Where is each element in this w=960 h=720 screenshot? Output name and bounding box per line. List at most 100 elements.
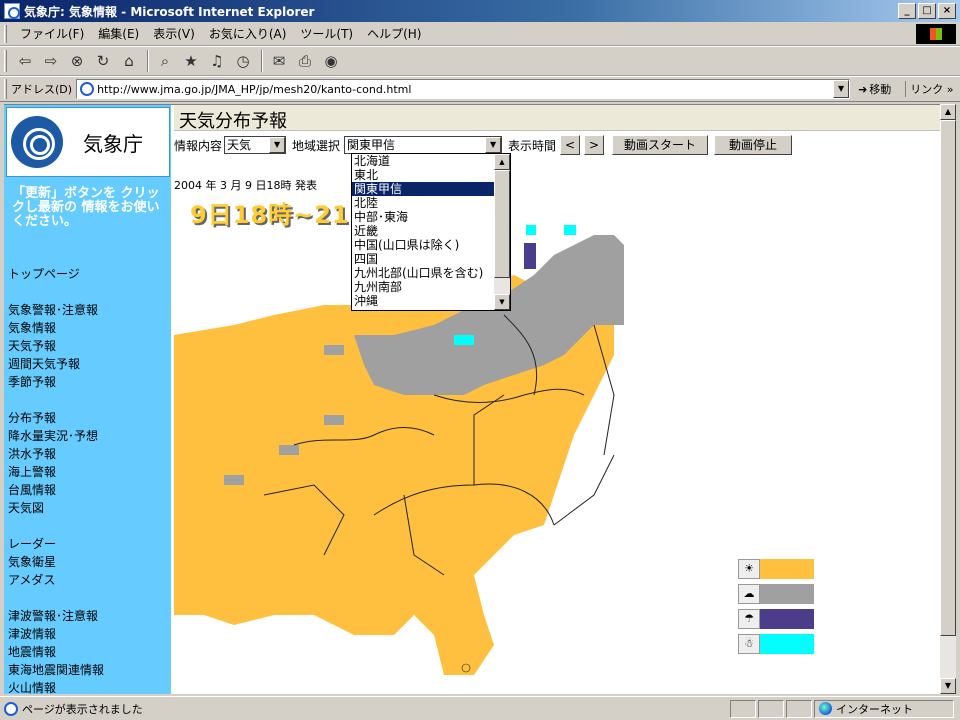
nav-weather-map[interactable]: 天気図 — [8, 499, 44, 516]
snow-icon: ☃ — [738, 634, 760, 654]
toolbar-grip[interactable] — [4, 50, 7, 72]
legend-color-swatch — [760, 559, 814, 579]
prev-time-button[interactable]: < — [560, 135, 581, 155]
legend-item: ☃ — [738, 634, 814, 654]
address-dropdown-icon[interactable]: ▼ — [833, 80, 850, 98]
region-option[interactable]: 九州北部(山口県を含む) — [352, 266, 510, 280]
info-select[interactable]: 天気 ▼ — [224, 136, 287, 154]
menu-view[interactable]: 表示(V) — [146, 25, 202, 42]
region-dropdown-icon[interactable]: ▼ — [485, 137, 502, 153]
nav-tsunami-warnings[interactable]: 津波警報･注意報 — [8, 607, 98, 624]
region-option[interactable]: 北陸 — [352, 196, 510, 210]
scroll-thumb[interactable] — [940, 120, 956, 636]
region-option[interactable]: 中部･東海 — [352, 210, 510, 224]
print-icon[interactable]: ⎙ — [293, 50, 317, 72]
region-options: 北海道 東北 関東甲信 北陸 中部･東海 近畿 中国(山口県は除く) 四国 九州北部(山口県を含… — [352, 154, 510, 308]
region-option[interactable]: 四国 — [352, 252, 510, 266]
nav-tsunami-info[interactable]: 津波情報 — [8, 625, 56, 642]
go-button[interactable]: ➜ 移動 — [858, 81, 891, 97]
messenger-icon[interactable]: ◉ — [319, 50, 343, 72]
region-dropdown-list[interactable]: 北海道 東北 関東甲信 北陸 中部･東海 近畿 中国(山口県は除く) 四国 九州北部(山口県を含… — [351, 153, 511, 311]
mail-icon[interactable]: ✉ — [267, 50, 291, 72]
nav-typhoon[interactable]: 台風情報 — [8, 481, 56, 498]
region-select[interactable]: 関東甲信 ▼ — [344, 136, 503, 154]
nav-forecast[interactable]: 天気予報 — [8, 337, 56, 354]
dropdown-scroll-down-icon[interactable]: ▼ — [494, 294, 510, 310]
nav-distribution[interactable]: 分布予報 — [8, 409, 56, 426]
address-label: アドレス(D) — [11, 83, 73, 96]
nav-top-page[interactable]: トップページ — [8, 265, 80, 282]
legend-color-swatch — [760, 634, 814, 654]
ie-icon — [4, 3, 20, 19]
history-icon[interactable]: ◷ — [231, 50, 255, 72]
nav-amedas[interactable]: アメダス — [8, 571, 55, 588]
address-grip[interactable] — [4, 79, 7, 99]
go-label: 移動 — [869, 83, 892, 96]
nav-tokai[interactable]: 東海地震関連情報 — [8, 661, 104, 678]
globe-icon — [819, 702, 832, 715]
scroll-up-icon[interactable]: ▲ — [940, 104, 956, 120]
legend-color-swatch — [760, 609, 814, 629]
cloudy-patch — [224, 475, 244, 485]
window-title: 気象庁: 気象情報 - Microsoft Internet Explorer — [24, 4, 315, 19]
nav-earthquake[interactable]: 地震情報 — [8, 643, 56, 660]
snow-patch — [454, 335, 474, 345]
menu-help[interactable]: ヘルプ(H) — [360, 25, 428, 42]
nav-weekly[interactable]: 週間天気予報 — [8, 355, 80, 372]
legend-item: ☁ — [738, 584, 814, 604]
dropdown-scrollbar[interactable]: ▲ ▼ — [494, 154, 510, 310]
nav-radar[interactable]: レーダー — [8, 535, 56, 552]
search-icon[interactable]: ⌕ — [153, 50, 177, 72]
favorites-icon[interactable]: ★ — [179, 50, 203, 72]
play-animation-button[interactable]: 動画スタート — [612, 135, 709, 155]
nav-precip[interactable]: 降水量実況･予想 — [8, 427, 98, 444]
nav-warnings[interactable]: 気象警報･注意報 — [8, 301, 98, 318]
nav-seasonal[interactable]: 季節予報 — [8, 373, 56, 390]
rain-patch — [524, 255, 536, 269]
content-header: 天気分布予報 — [174, 105, 940, 132]
cloudy-patch — [279, 445, 299, 455]
page-icon — [80, 82, 95, 96]
nav-volcano[interactable]: 火山情報 — [8, 679, 56, 694]
forward-icon[interactable]: ⇨ — [39, 50, 63, 72]
refresh-icon[interactable]: ↻ — [91, 50, 115, 72]
nav-marine[interactable]: 海上警報 — [8, 463, 56, 480]
address-bar: アドレス(D) http://www.jma.go.jp/JMA_HP/jp/m… — [0, 76, 960, 102]
dropdown-scroll-thumb[interactable] — [494, 170, 510, 278]
region-label: 地域選択 — [292, 138, 341, 153]
dropdown-scroll-up-icon[interactable]: ▲ — [494, 154, 510, 170]
menu-tools[interactable]: ツール(T) — [293, 25, 360, 42]
next-time-button[interactable]: > — [584, 135, 605, 155]
region-option[interactable]: 沖縄 — [352, 294, 510, 308]
close-button[interactable]: × — [938, 3, 956, 19]
region-option[interactable]: 北海道 — [352, 154, 510, 168]
region-option[interactable]: 中国(山口県は除く) — [352, 238, 510, 252]
page-scrollbar[interactable]: ▲ ▼ — [940, 104, 956, 694]
info-dropdown-icon[interactable]: ▼ — [269, 137, 286, 153]
nav-weather-info[interactable]: 気象情報 — [8, 319, 56, 336]
nav-flood[interactable]: 洪水予報 — [8, 445, 56, 462]
region-option[interactable]: 関東甲信 — [352, 182, 510, 196]
stop-animation-button[interactable]: 動画停止 — [714, 135, 793, 155]
address-input[interactable]: http://www.jma.go.jp/JMA_HP/jp/mesh20/ka… — [76, 79, 851, 99]
jma-logo[interactable]: 気象庁 — [6, 107, 170, 177]
menu-edit[interactable]: 編集(E) — [91, 25, 146, 42]
menu-favorites[interactable]: お気に入り(A) — [202, 25, 294, 42]
back-icon[interactable]: ⇦ — [13, 50, 37, 72]
scroll-down-icon[interactable]: ▼ — [940, 678, 956, 694]
menu-file[interactable]: ファイル(F) — [13, 25, 91, 42]
region-option[interactable]: 東北 — [352, 168, 510, 182]
address-url[interactable]: http://www.jma.go.jp/JMA_HP/jp/mesh20/ka… — [97, 83, 411, 96]
media-icon[interactable]: ♫ — [205, 50, 229, 72]
region-option[interactable]: 九州南部 — [352, 280, 510, 294]
menu-grip[interactable] — [4, 24, 7, 43]
info-label: 情報内容 — [174, 138, 223, 153]
home-icon[interactable]: ⌂ — [117, 50, 141, 72]
links-button[interactable]: リンク » — [905, 81, 954, 97]
nav-satellite[interactable]: 気象衛星 — [8, 553, 56, 570]
maximize-button[interactable]: □ — [918, 3, 936, 19]
stop-icon[interactable]: ⊗ — [65, 50, 89, 72]
status-cell — [786, 699, 812, 718]
region-option[interactable]: 近畿 — [352, 224, 510, 238]
minimize-button[interactable]: _ — [898, 3, 916, 19]
